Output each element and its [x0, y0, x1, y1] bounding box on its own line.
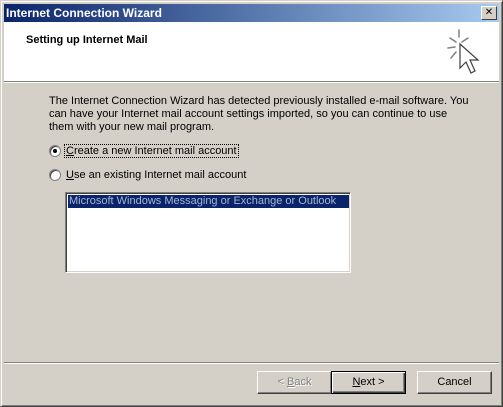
window-title: Internet Connection Wizard [6, 6, 162, 20]
close-button[interactable]: ✕ [481, 6, 497, 20]
list-item[interactable]: Microsoft Windows Messaging or Exchange … [68, 195, 349, 208]
radio-label[interactable]: Use an existing Internet mail account [65, 169, 247, 181]
existing-accounts-list[interactable]: Microsoft Windows Messaging or Exchange … [65, 192, 351, 273]
wizard-dialog: Internet Connection Wizard ✕ Setting up … [0, 0, 503, 407]
radio-button[interactable] [49, 169, 61, 181]
radio-label[interactable]: Create a new Internet mail account [64, 144, 239, 158]
close-icon: ✕ [484, 7, 494, 18]
radio-button[interactable] [49, 145, 61, 157]
footer-divider-highlight [4, 363, 499, 364]
title-bar[interactable]: Internet Connection Wizard ✕ [4, 4, 499, 22]
description-text: The Internet Connection Wizard has detec… [49, 95, 469, 133]
cancel-button[interactable]: Cancel [417, 371, 492, 394]
next-button[interactable]: Next > [331, 371, 406, 394]
back-button[interactable]: < Back [257, 371, 332, 394]
radio-selected-dot [53, 149, 57, 153]
wizard-header: Setting up Internet Mail [4, 22, 499, 81]
header-divider-highlight [4, 82, 499, 83]
page-title: Setting up Internet Mail [26, 34, 148, 46]
wizard-wand-cursor-icon [447, 29, 480, 74]
